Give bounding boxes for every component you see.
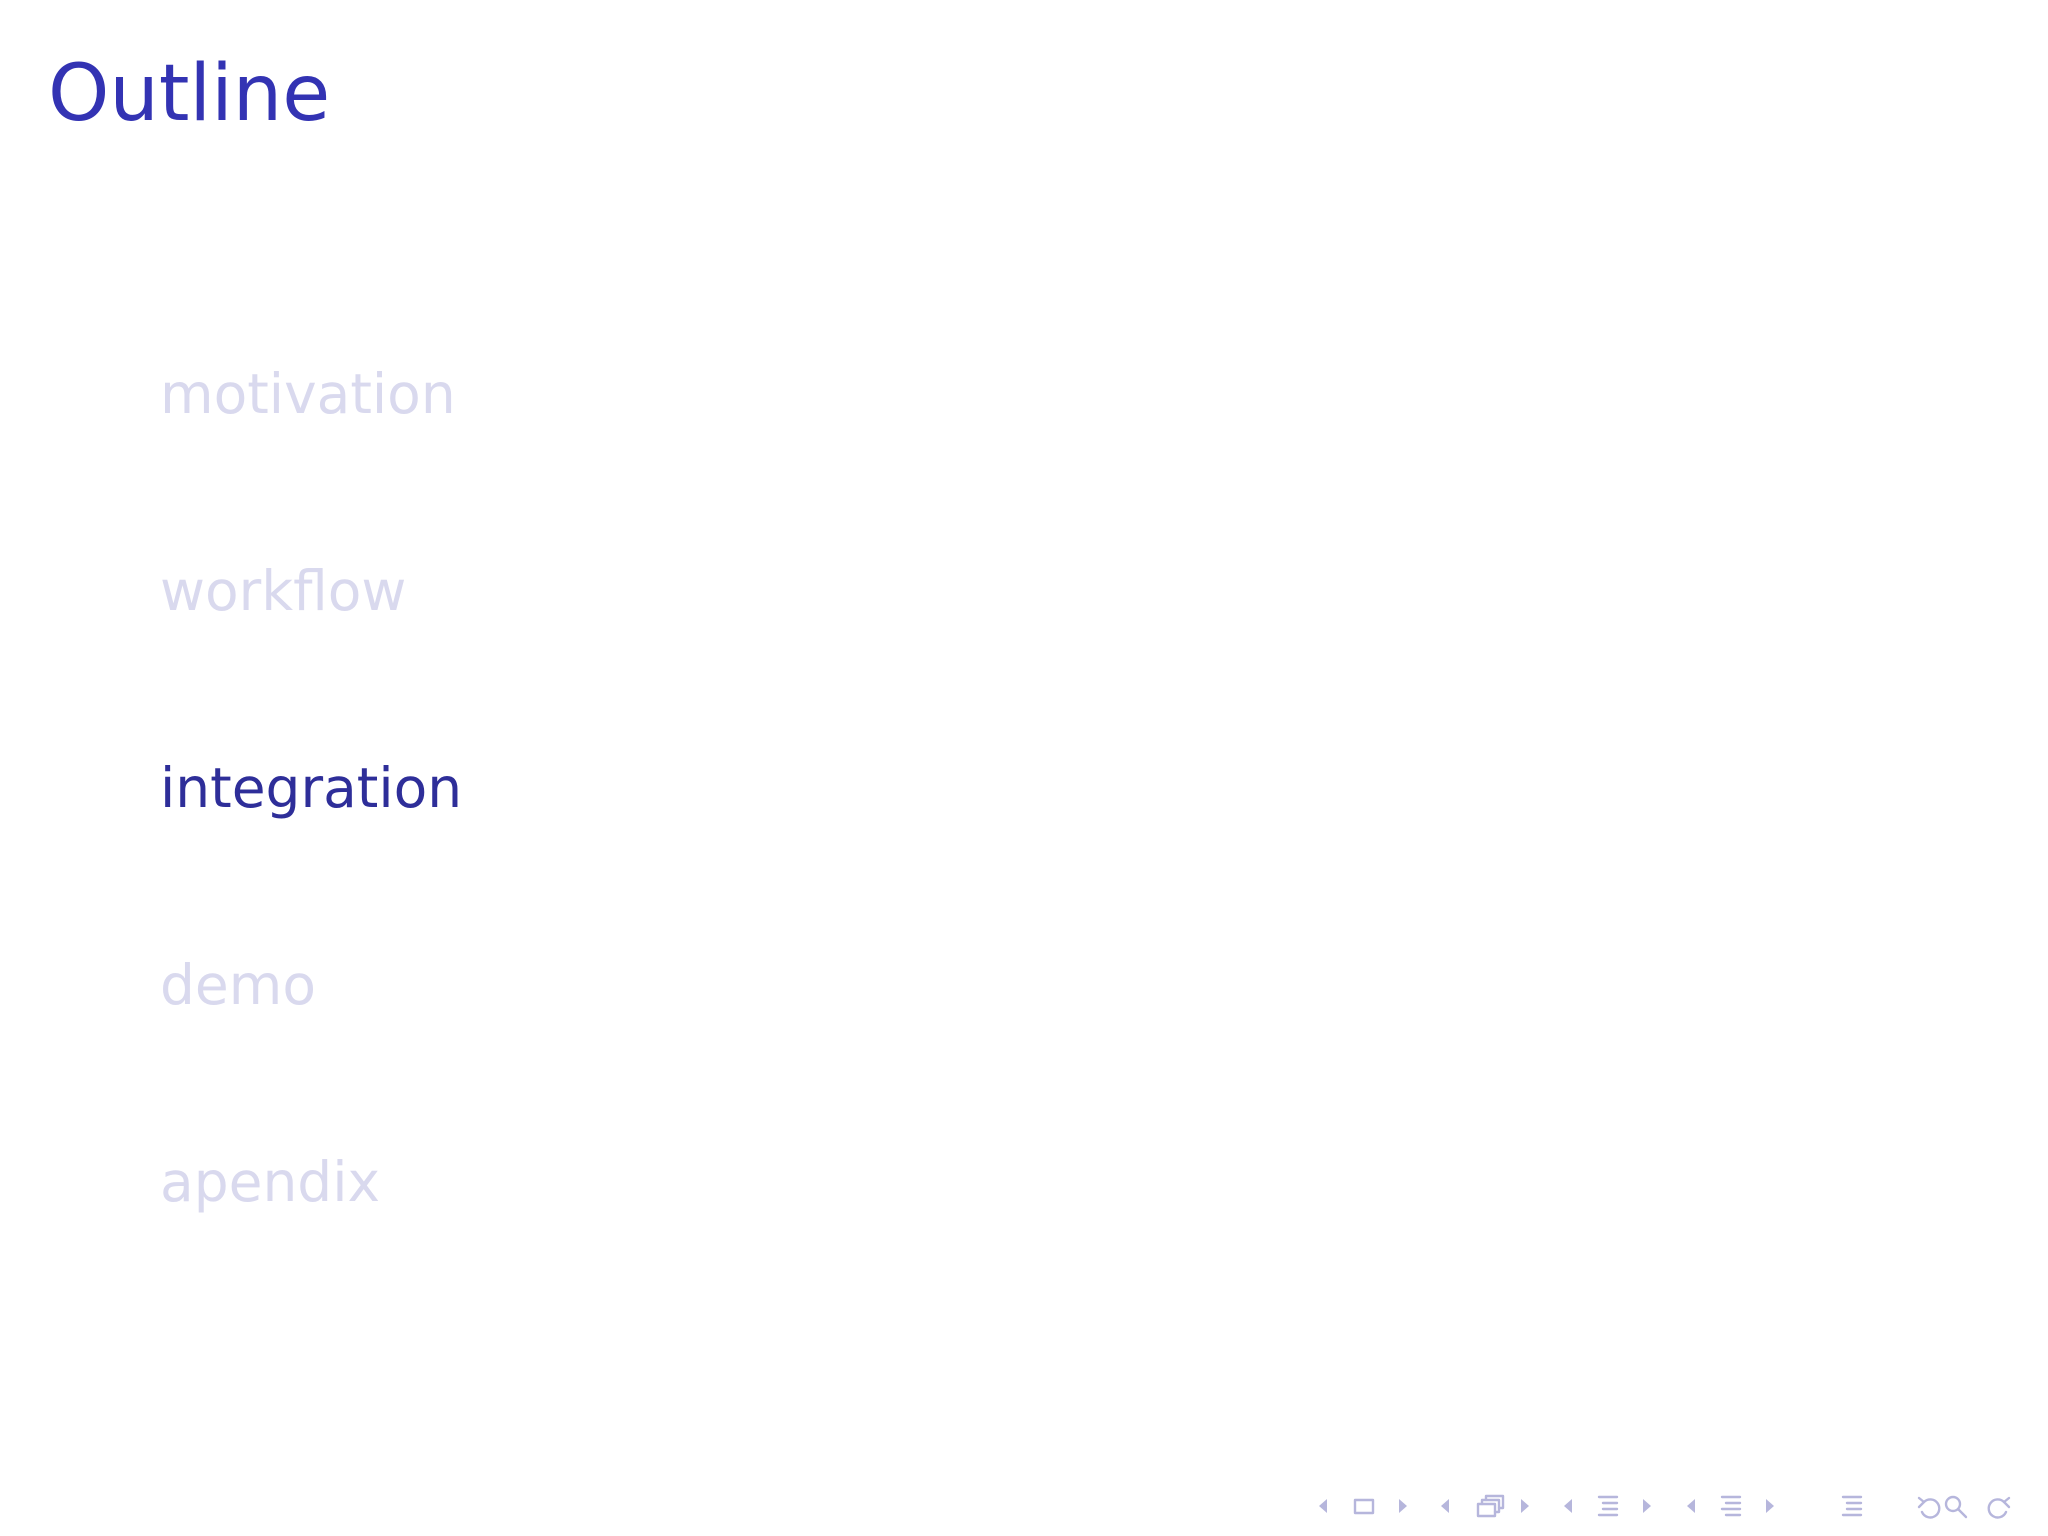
document-icon: [1841, 1495, 1863, 1517]
back-button[interactable]: [1917, 1496, 1941, 1519]
frame-icon: [1353, 1498, 1375, 1515]
arrow-left-icon: [1441, 1499, 1449, 1513]
slide-title: Outline: [48, 49, 331, 139]
slide-button[interactable]: [1476, 1494, 1505, 1518]
section-icon: [1720, 1495, 1742, 1517]
previous-subsection-button[interactable]: [1564, 1499, 1572, 1513]
navigation-symbols: [1319, 1494, 2011, 1519]
toc-item-workflow[interactable]: workflow: [160, 527, 462, 724]
undo-icon: [1917, 1496, 1941, 1519]
previous-frame-button[interactable]: [1319, 1499, 1327, 1513]
next-frame-button[interactable]: [1399, 1499, 1407, 1513]
arrow-right-icon: [1766, 1499, 1774, 1513]
toc-item-integration[interactable]: integration: [160, 724, 462, 921]
previous-slide-button[interactable]: [1441, 1499, 1449, 1513]
redo-icon: [1987, 1496, 2011, 1519]
toc-item-motivation[interactable]: motivation: [160, 330, 462, 527]
toc-item-apendix[interactable]: apendix: [160, 1118, 462, 1315]
subsection-icon: [1597, 1495, 1619, 1517]
table-of-contents: motivation workflow integration demo ape…: [160, 330, 462, 1315]
arrow-right-icon: [1399, 1499, 1407, 1513]
slide-stack-icon: [1476, 1494, 1505, 1518]
arrow-left-icon: [1687, 1499, 1695, 1513]
next-subsection-button[interactable]: [1643, 1499, 1651, 1513]
next-section-button[interactable]: [1766, 1499, 1774, 1513]
next-slide-button[interactable]: [1521, 1499, 1529, 1513]
section-button[interactable]: [1720, 1495, 1742, 1517]
slide: Outline motivation workflow integration …: [0, 0, 2048, 1536]
previous-section-button[interactable]: [1687, 1499, 1695, 1513]
arrow-right-icon: [1521, 1499, 1529, 1513]
toc-item-demo[interactable]: demo: [160, 921, 462, 1118]
subsection-button[interactable]: [1597, 1495, 1619, 1517]
arrow-right-icon: [1643, 1499, 1651, 1513]
arrow-left-icon: [1564, 1499, 1572, 1513]
search-icon: [1944, 1495, 1968, 1519]
arrow-left-icon: [1319, 1499, 1327, 1513]
frame-button[interactable]: [1353, 1498, 1375, 1515]
document-button[interactable]: [1841, 1495, 1863, 1517]
search-button[interactable]: [1944, 1495, 1968, 1519]
navigation-bar: [1310, 1488, 2040, 1524]
forward-button[interactable]: [1987, 1496, 2011, 1519]
